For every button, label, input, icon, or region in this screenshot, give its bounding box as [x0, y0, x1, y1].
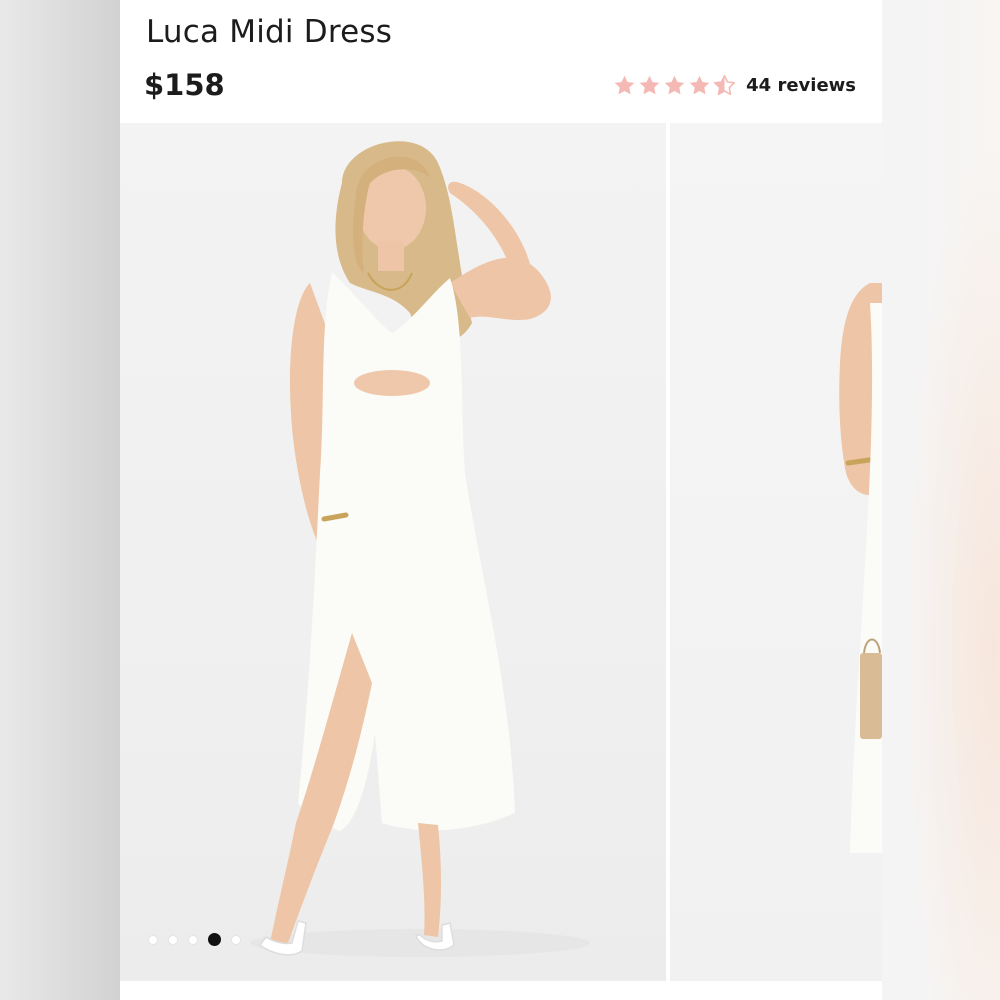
carousel-dot[interactable]: [148, 934, 158, 945]
card-bottom: [120, 981, 882, 1000]
product-photo-next[interactable]: [670, 123, 882, 981]
model-side-photo-icon: [839, 283, 882, 853]
carousel-dot[interactable]: [231, 934, 241, 945]
rating-stars: [613, 74, 736, 97]
star-full-icon: [639, 75, 660, 95]
carousel-dot[interactable]: [188, 934, 198, 945]
reviews-count-link[interactable]: 44 reviews: [746, 75, 856, 96]
product-image-carousel[interactable]: [120, 123, 882, 981]
product-price: $158: [144, 68, 225, 102]
star-full-icon: [689, 75, 710, 95]
star-full-icon: [614, 75, 635, 95]
screen: Luca Midi Dress $158 44 reviews: [0, 0, 1000, 1000]
carousel-pagination: [148, 933, 241, 946]
blurred-background-right: [882, 0, 1000, 1000]
model-front-photo-icon: [250, 141, 590, 957]
product-photo-main[interactable]: [120, 123, 666, 981]
product-title: Luca Midi Dress: [146, 14, 393, 50]
star-full-icon: [664, 75, 685, 95]
product-card: Luca Midi Dress $158 44 reviews: [120, 0, 882, 1000]
blurred-background-left: [0, 0, 120, 1000]
carousel-dot[interactable]: [168, 934, 178, 945]
carousel-dot-active[interactable]: [208, 933, 221, 946]
star-half-icon: [714, 74, 736, 96]
product-rating[interactable]: 44 reviews: [613, 74, 856, 97]
